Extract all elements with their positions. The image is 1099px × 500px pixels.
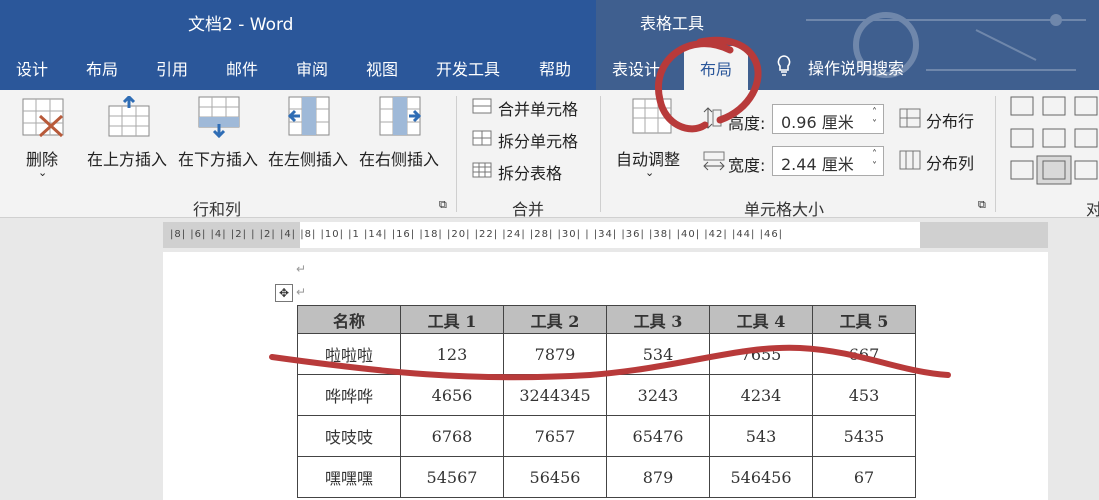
- red-annotation-strokes: [269, 36, 951, 381]
